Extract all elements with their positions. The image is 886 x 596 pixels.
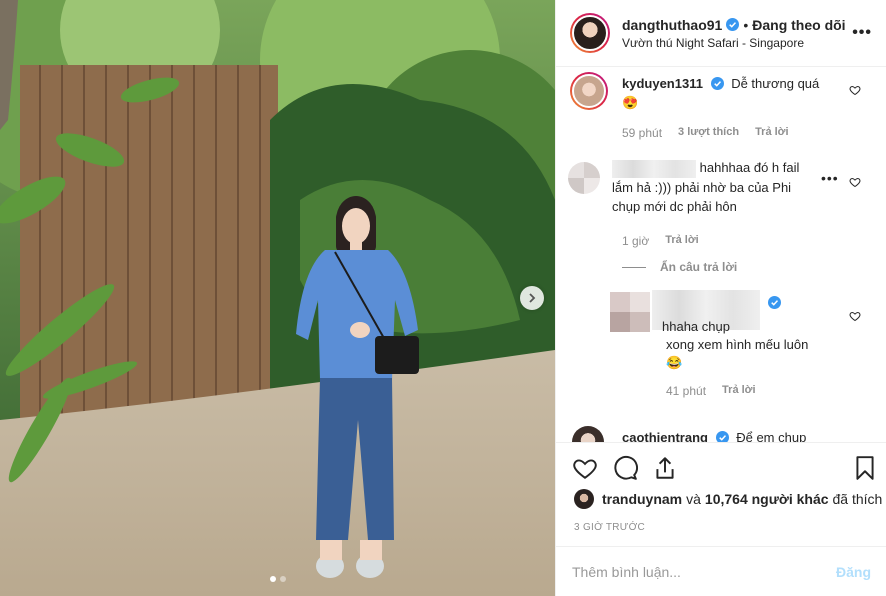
like-comment-heart-icon[interactable] <box>849 310 861 322</box>
carousel-next-button[interactable] <box>520 286 544 310</box>
comment-item: caothientrang Để em chụp <box>556 424 886 442</box>
post-photo[interactable] <box>0 0 555 596</box>
liked-suffix: đã thích <box>832 491 883 507</box>
like-heart-icon[interactable] <box>572 455 598 481</box>
chevron-right-icon <box>529 293 536 303</box>
comment-text: hahhhaa đó h fail <box>699 160 800 175</box>
comment-time[interactable]: 1 giờ <box>622 234 649 248</box>
commenter-avatar[interactable] <box>570 72 608 110</box>
comment-item: hahhhaa đó h fail lắm hả :))) phải nhờ b… <box>556 156 886 276</box>
carousel-dot-active <box>269 576 276 582</box>
like-comment-heart-icon[interactable] <box>849 176 861 188</box>
comment-text: Dễ thương quá <box>731 76 820 91</box>
wooden-fence <box>20 65 278 430</box>
post-side-panel: dangthuthao91 • Đang theo dõi Vườn thú N… <box>555 0 886 596</box>
carousel-indicator <box>0 576 555 582</box>
comments-list[interactable]: kyduyen1311 Dễ thương quá 😍 59 phút 3 lư… <box>556 68 886 442</box>
commenter-avatar[interactable] <box>572 426 604 442</box>
verified-badge-icon <box>767 296 781 309</box>
following-button[interactable]: Đang theo dõi <box>752 17 845 33</box>
liker-avatar[interactable] <box>574 489 594 509</box>
emoji-heart-eyes: 😍 <box>622 95 639 110</box>
hide-replies-button[interactable]: Ẩn câu trả lời <box>622 260 737 274</box>
comment-text-line2: xong xem hình mếu luôn <box>666 337 809 352</box>
liked-by-username[interactable]: tranduynam <box>602 491 682 507</box>
blurred-username <box>612 159 696 178</box>
liked-others-link[interactable]: 10,764 người khác <box>705 491 829 507</box>
comment-likes-count[interactable]: 3 lượt thích <box>678 126 739 140</box>
comment-text-line3: chụp mới dc phải hôn <box>612 198 737 214</box>
commenter-avatar-blurred[interactable] <box>568 162 600 194</box>
reply-button[interactable]: Trả lời <box>755 126 789 140</box>
add-comment-bar: Đăng <box>556 546 886 596</box>
comment-bubble-icon[interactable] <box>612 455 638 481</box>
share-icon[interactable] <box>652 455 678 481</box>
carousel-dot <box>279 576 286 582</box>
emoji-laughing-tears: 😂 <box>666 355 683 370</box>
comment-time[interactable]: 41 phút <box>666 384 706 398</box>
commenter-username[interactable]: caothientrang <box>622 430 708 442</box>
commenter-username[interactable]: kyduyen1311 <box>622 76 703 91</box>
comment-text: Để em chụp <box>736 430 807 442</box>
verified-badge-icon <box>715 431 729 442</box>
photo-illustration <box>0 0 555 596</box>
comment-input[interactable] <box>572 563 836 580</box>
reply-avatar-blurred[interactable] <box>610 292 650 332</box>
more-options-button[interactable]: ••• <box>852 24 872 42</box>
post-header: dangthuthao91 • Đang theo dõi Vườn thú N… <box>556 0 886 67</box>
liked-connector: và <box>686 491 701 507</box>
reply-button[interactable]: Trả lời <box>665 234 699 248</box>
likes-summary: tranduynam và 10,764 người khác đã thích <box>574 489 882 509</box>
comment-text: hhaha chụp <box>662 319 730 334</box>
reply-button[interactable]: Trả lời <box>722 384 756 398</box>
post-actions: tranduynam và 10,764 người khác đã thích… <box>556 442 886 546</box>
post-comment-button[interactable]: Đăng <box>836 564 871 580</box>
comment-item: kyduyen1311 Dễ thương quá 😍 59 phút 3 lư… <box>556 68 886 148</box>
author-username[interactable]: dangthuthao91 <box>622 17 722 33</box>
comment-time[interactable]: 59 phút <box>622 126 662 140</box>
comment-reply-item: hhaha chụp xong xem hình mếu luôn 😂 41 p… <box>556 290 886 400</box>
post-location[interactable]: Vườn thú Night Safari - Singapore <box>622 36 874 50</box>
like-comment-heart-icon[interactable] <box>849 84 861 96</box>
save-bookmark-icon[interactable] <box>852 455 878 481</box>
post-timestamp[interactable]: 3 GIỜ TRƯỚC <box>574 522 645 533</box>
verified-badge-icon <box>710 77 724 90</box>
comment-text-line2: lắm hả :))) phải nhờ ba của Phi <box>612 179 792 195</box>
follow-separator: • <box>743 16 749 33</box>
author-avatar[interactable] <box>570 13 610 53</box>
comment-more-options[interactable]: ••• <box>821 170 839 186</box>
verified-badge-icon <box>726 18 740 31</box>
